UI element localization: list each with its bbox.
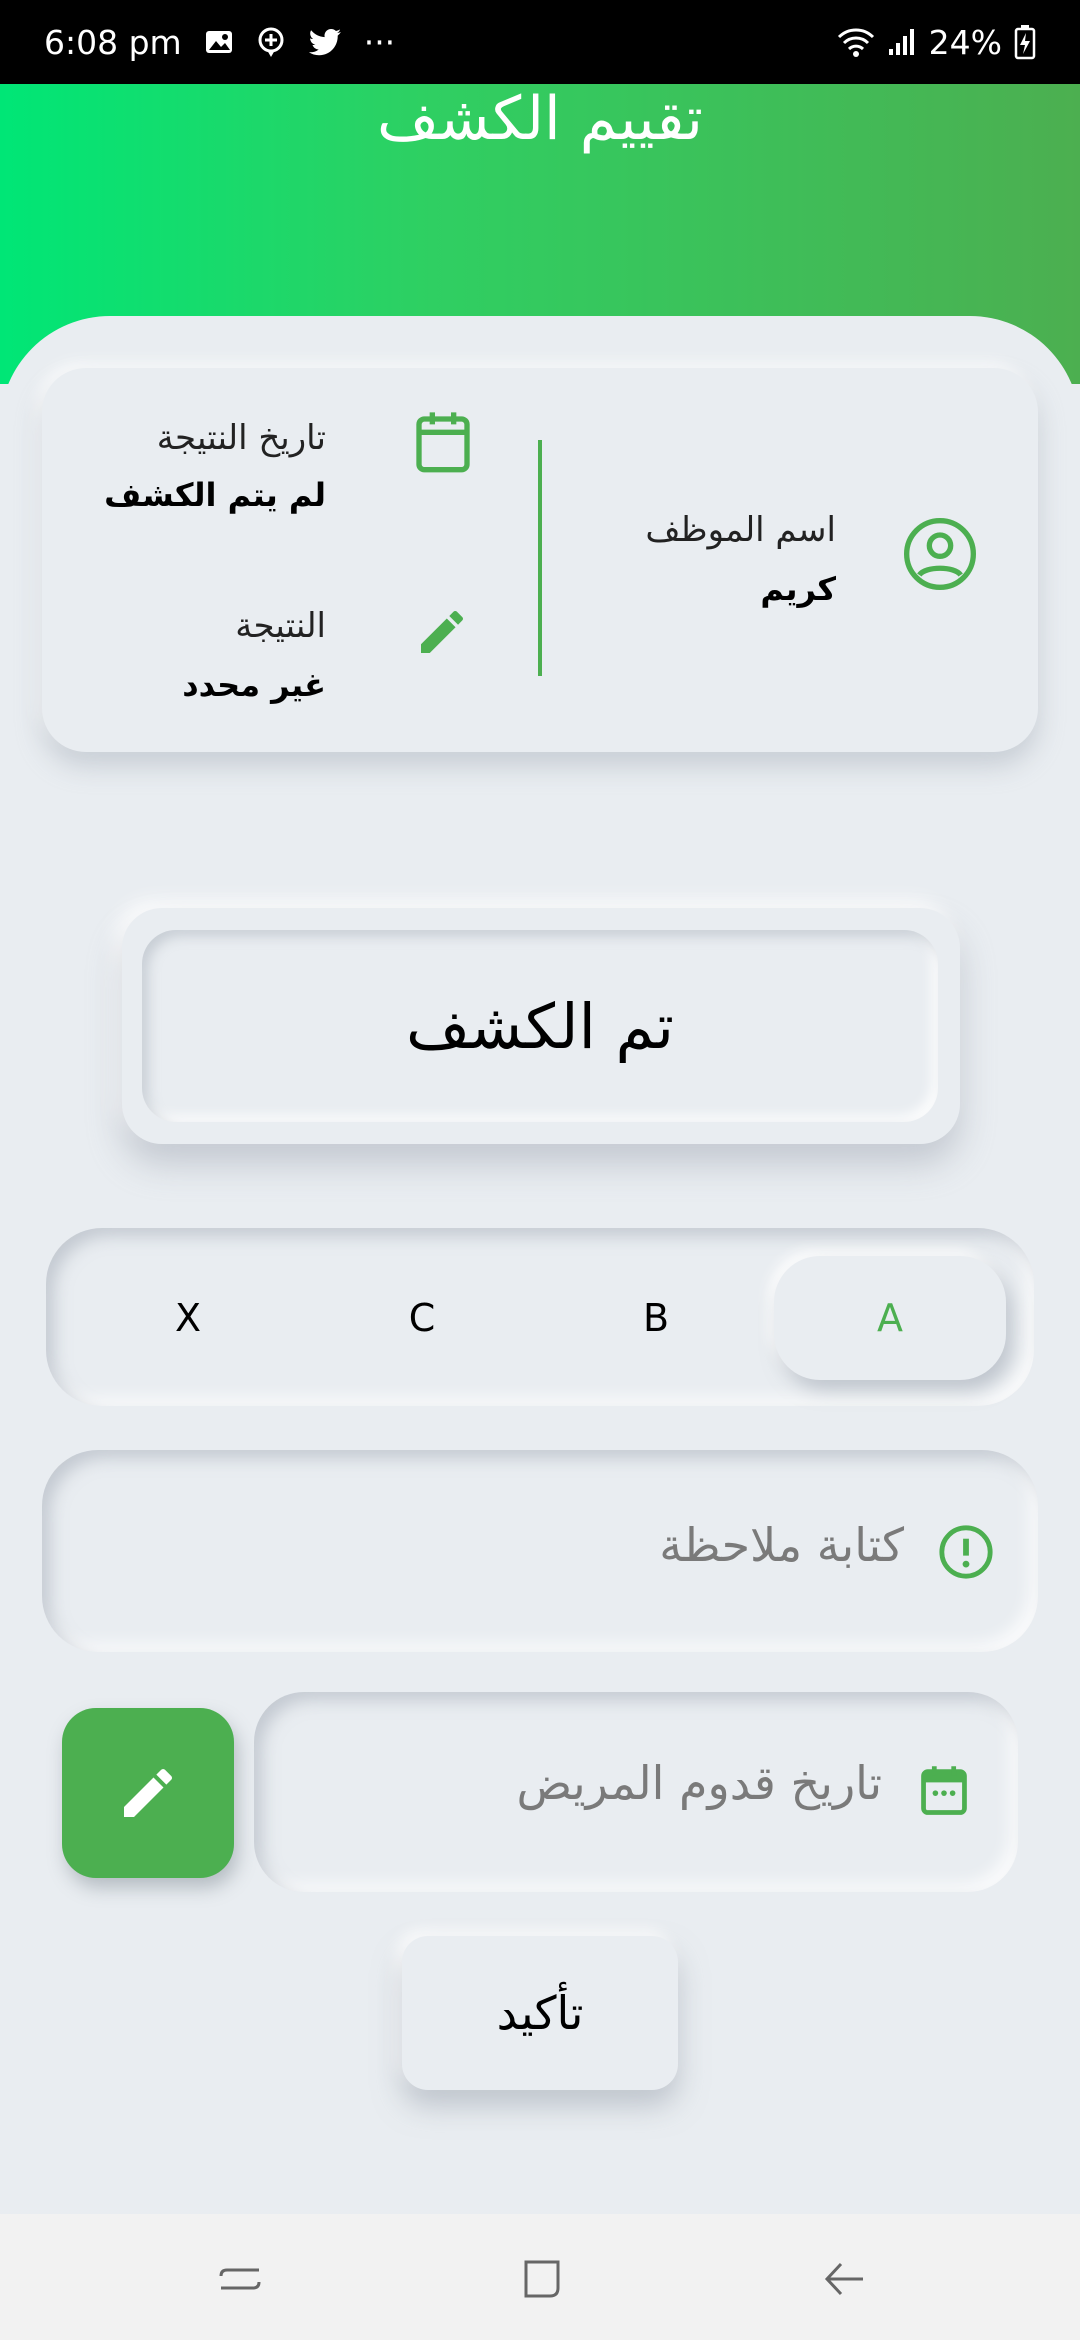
calendar-icon bbox=[406, 406, 480, 480]
segment-option-x[interactable]: X bbox=[72, 1256, 304, 1380]
note-placeholder: كتابة ملاحظة bbox=[659, 1518, 904, 1572]
gallery-icon bbox=[204, 28, 234, 56]
segment-option-a[interactable]: A bbox=[774, 1256, 1006, 1380]
result-date-value: لم يتم الكشف bbox=[104, 476, 326, 514]
twitter-icon bbox=[308, 28, 342, 56]
status-time: 6:08 pm bbox=[44, 22, 182, 62]
back-icon[interactable] bbox=[804, 2244, 884, 2314]
location-plus-icon bbox=[256, 26, 286, 58]
recent-apps-icon[interactable] bbox=[200, 2244, 280, 2314]
info-divider bbox=[538, 440, 542, 676]
more-notifications-icon: ··· bbox=[363, 22, 396, 62]
segment-option-c[interactable]: C bbox=[306, 1256, 538, 1380]
result-date-label: تاريخ النتيجة bbox=[156, 418, 326, 458]
done-button[interactable]: تم الكشف bbox=[142, 930, 938, 1122]
battery-charging-icon bbox=[1014, 24, 1036, 60]
calendar-month-icon bbox=[914, 1760, 974, 1822]
alert-circle-icon bbox=[934, 1520, 998, 1584]
account-circle-icon bbox=[898, 512, 982, 596]
date-field-placeholder: تاريخ قدوم المريض bbox=[516, 1756, 882, 1810]
status-bar: 6:08 pm ··· 24% bbox=[0, 0, 1080, 84]
result-label: النتيجة bbox=[235, 606, 326, 646]
result-value: غير محدد bbox=[182, 666, 326, 704]
battery-percent: 24% bbox=[928, 22, 1002, 62]
edit-date-button[interactable] bbox=[62, 1708, 234, 1878]
signal-icon bbox=[887, 27, 917, 57]
employee-value: كريم bbox=[760, 570, 836, 608]
pencil-icon bbox=[410, 600, 474, 664]
confirm-button[interactable]: تأكيد bbox=[402, 1936, 678, 2090]
pencil-icon bbox=[116, 1761, 180, 1825]
employee-label: اسم الموظف bbox=[645, 510, 836, 550]
home-icon[interactable] bbox=[502, 2244, 582, 2314]
wifi-icon bbox=[837, 27, 875, 57]
page-title: تقييم الكشف bbox=[377, 84, 703, 154]
segment-option-b[interactable]: B bbox=[540, 1256, 772, 1380]
